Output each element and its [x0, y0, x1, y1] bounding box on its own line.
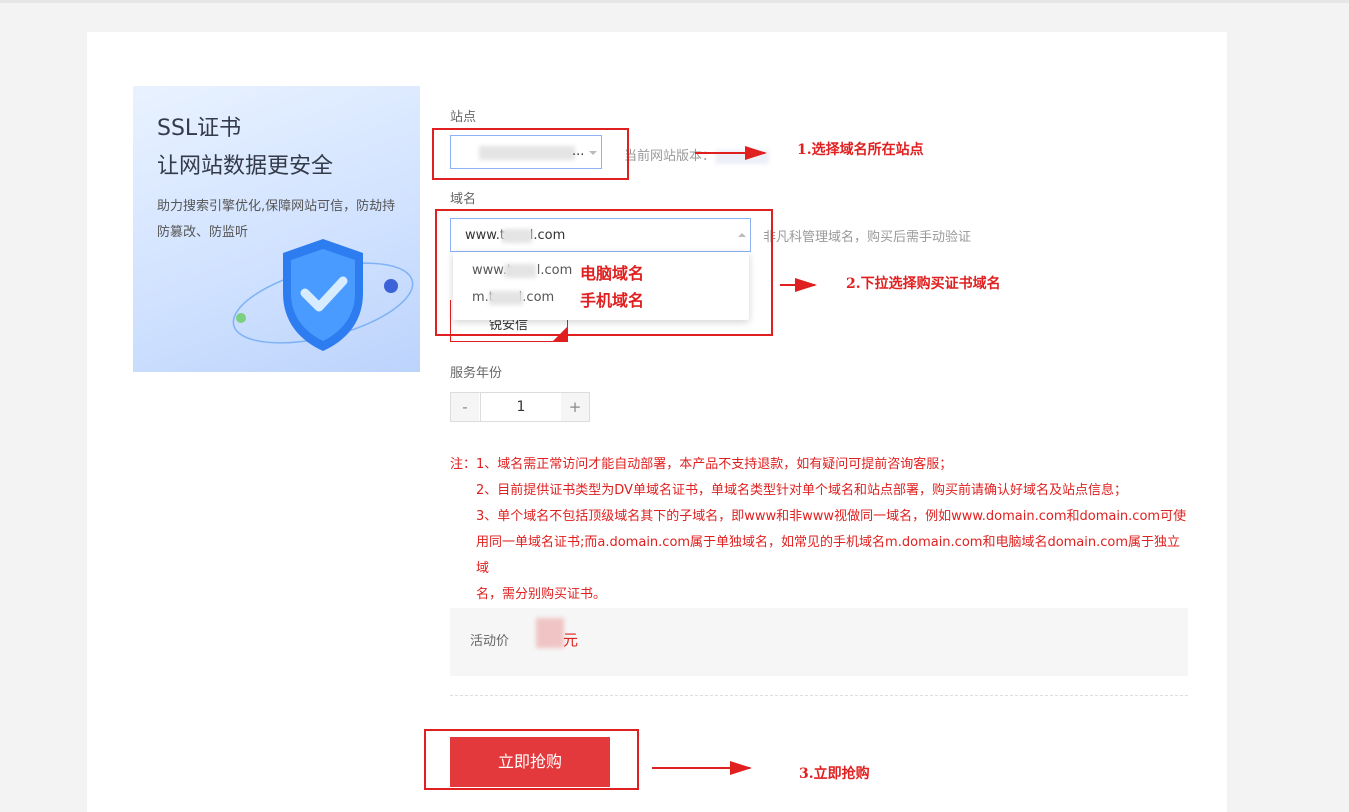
domain-hint: 非凡科管理域名，购买后需手动验证 [763, 230, 972, 245]
years-input[interactable]: 1 [480, 393, 562, 421]
ssl-promo-banner: SSL证书 让网站数据更安全 助力搜索引擎优化,保障网站可信，防劫持防篡改、防监… [133, 86, 420, 372]
site-label: 站点 [450, 110, 477, 125]
top-divider [0, 0, 1349, 3]
shield-check-icon [232, 239, 414, 351]
arrow-right-icon [780, 278, 817, 292]
increment-button[interactable]: + [561, 393, 589, 421]
arrow-right-icon [695, 146, 767, 160]
highlight-site [432, 128, 629, 180]
years-stepper: - 1 + [450, 392, 590, 422]
domain-label: 域名 [450, 192, 477, 207]
note-line-3a: 3、单个域名不包括顶级域名其下的子域名，即www和非www视做同一域名，例如ww… [476, 509, 1187, 524]
price-value-mask [536, 618, 564, 648]
decrement-button[interactable]: - [451, 393, 479, 421]
purchase-notes: 注：1、域名需正常访问才能自动部署，本产品不支持退款，如有疑问可提前咨询客服； … [450, 452, 1190, 608]
arrow-right-icon [652, 761, 752, 775]
promo-title: SSL证书 [157, 116, 242, 141]
section-divider [450, 695, 1188, 696]
annotation-step-3: 3.立即抢购 [799, 766, 870, 782]
annotation-step-2: 2.下拉选择购买证书域名 [846, 276, 1001, 292]
promo-subtitle: 让网站数据更安全 [157, 154, 334, 179]
annotation-step-1: 1.选择域名所在站点 [797, 142, 924, 158]
price-box: 活动价 元 [450, 608, 1188, 676]
highlight-buy [424, 729, 639, 790]
note-line-3b: 用同一单域名证书;而a.domain.com属于单独域名，如常见的手机域名m.d… [476, 535, 1181, 576]
years-label: 服务年份 [450, 366, 503, 381]
note-line-3c: 名，需分别购买证书。 [476, 587, 607, 602]
note-line-2: 2、目前提供证书类型为DV单域名证书，单域名类型针对单个域名和站点部署，购买前请… [476, 483, 1127, 498]
price-label: 活动价 [470, 634, 510, 649]
note-line-1: 注：1、域名需正常访问才能自动部署，本产品不支持退款，如有疑问可提前咨询客服； [450, 457, 953, 472]
highlight-domain [435, 209, 773, 336]
price-unit: 元 [563, 631, 579, 649]
